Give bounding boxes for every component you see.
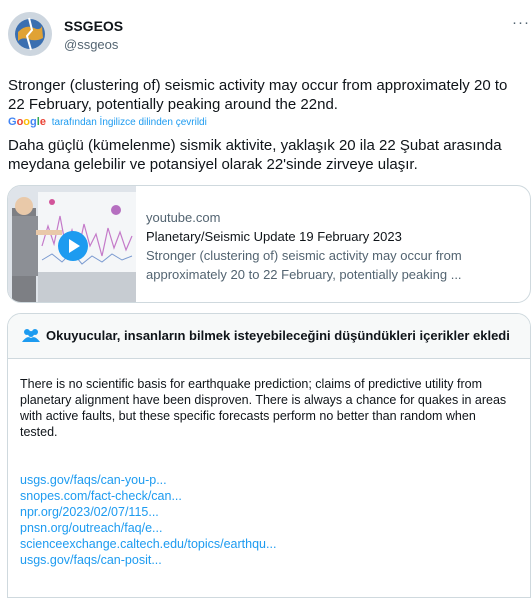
account-handle[interactable]: @ssgeos	[64, 37, 118, 52]
translated-text: Daha güçlü (kümelenme) sismik aktivite, …	[8, 137, 502, 173]
community-note: Okuyucular, insanların bilmek isteyebile…	[7, 313, 531, 598]
tweet-header: SSGEOS @ssgeos ···	[8, 12, 532, 58]
community-note-links: usgs.gov/faqs/can-you-p... snopes.com/fa…	[20, 472, 276, 568]
source-link[interactable]: usgs.gov/faqs/can-posit...	[20, 552, 276, 568]
link-card-domain: youtube.com	[146, 210, 221, 225]
source-link[interactable]: snopes.com/fact-check/can...	[20, 488, 276, 504]
tweet-text: Stronger (clustering of) seismic activit…	[8, 77, 508, 113]
source-link[interactable]: npr.org/2023/02/07/115...	[20, 504, 276, 520]
google-logo: Google	[8, 116, 46, 128]
avatar-logo	[8, 12, 52, 56]
community-note-body: There is no scientific basis for earthqu…	[20, 377, 507, 439]
account-name[interactable]: SSGEOS	[64, 18, 123, 34]
link-card-text: youtube.com Planetary/Seismic Update 19 …	[146, 208, 520, 284]
source-link[interactable]: pnsn.org/outreach/faq/e...	[20, 520, 276, 536]
more-icon[interactable]: ···	[512, 14, 530, 31]
people-icon	[22, 329, 40, 342]
link-card-title: Planetary/Seismic Update 19 February 202…	[146, 229, 402, 244]
avatar[interactable]	[8, 12, 52, 56]
translation-attribution: Google tarafından İngilizce dilinden çev…	[8, 116, 207, 129]
link-card[interactable]: youtube.com Planetary/Seismic Update 19 …	[7, 185, 531, 303]
community-note-title: Okuyucular, insanların bilmek isteyebile…	[46, 328, 510, 343]
link-card-description: Stronger (clustering of) seismic activit…	[146, 248, 462, 282]
source-link[interactable]: usgs.gov/faqs/can-you-p...	[20, 472, 276, 488]
source-link[interactable]: scienceexchange.caltech.edu/topics/earth…	[20, 536, 276, 552]
community-note-header: Okuyucular, insanların bilmek isteyebile…	[8, 314, 530, 359]
video-thumbnail[interactable]	[8, 186, 136, 302]
play-icon[interactable]	[58, 231, 88, 261]
translation-note[interactable]: tarafından İngilizce dilinden çevrildi	[52, 117, 207, 128]
